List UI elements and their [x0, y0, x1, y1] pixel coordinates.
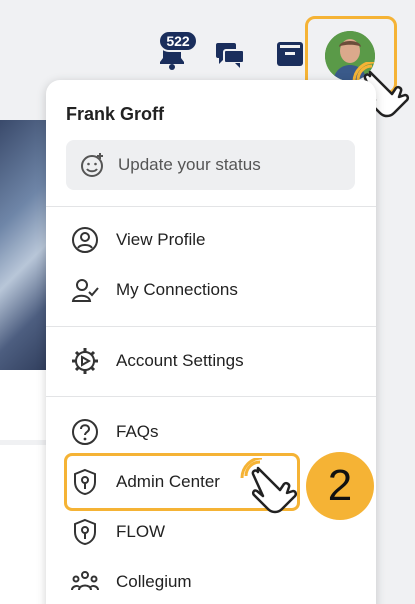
user-circle-icon [70, 225, 100, 255]
pointer-hand-icon [240, 458, 298, 514]
divider [46, 206, 376, 207]
menu-item-label: My Connections [116, 280, 238, 299]
question-circle-icon [70, 417, 100, 447]
menu-item-label: Collegium [116, 572, 192, 591]
menu-item-label: FLOW [116, 522, 166, 541]
menu-item-account-settings[interactable]: Account Settings [70, 345, 244, 377]
shield-key-icon [70, 517, 100, 547]
gear-play-icon [70, 346, 100, 376]
menu-item-collegium[interactable]: Collegium [70, 566, 192, 598]
menu-item-faqs[interactable]: FAQs [70, 416, 159, 448]
inbox-icon[interactable] [276, 40, 304, 68]
menu-item-flow[interactable]: FLOW [70, 516, 165, 548]
menu-item-label: FAQs [116, 422, 159, 441]
status-placeholder: Update your status [118, 155, 261, 174]
smiley-add-icon [81, 153, 103, 177]
update-status-button[interactable]: Update your status [66, 140, 355, 190]
users-group-icon [70, 567, 100, 597]
step-callout: 2 [306, 452, 374, 520]
chat-icon[interactable] [215, 40, 245, 70]
menu-item-label: View Profile [116, 230, 206, 249]
divider [46, 396, 376, 397]
profile-dropdown: Frank Groff Update your status View Prof… [46, 80, 376, 604]
divider [46, 326, 376, 327]
menu-item-label: Account Settings [116, 351, 244, 370]
user-name: Frank Groff [66, 104, 165, 124]
notification-badge: 522 [158, 30, 198, 52]
user-check-icon [70, 275, 100, 305]
menu-item-view-profile[interactable]: View Profile [70, 224, 205, 256]
menu-item-my-connections[interactable]: My Connections [70, 274, 238, 306]
